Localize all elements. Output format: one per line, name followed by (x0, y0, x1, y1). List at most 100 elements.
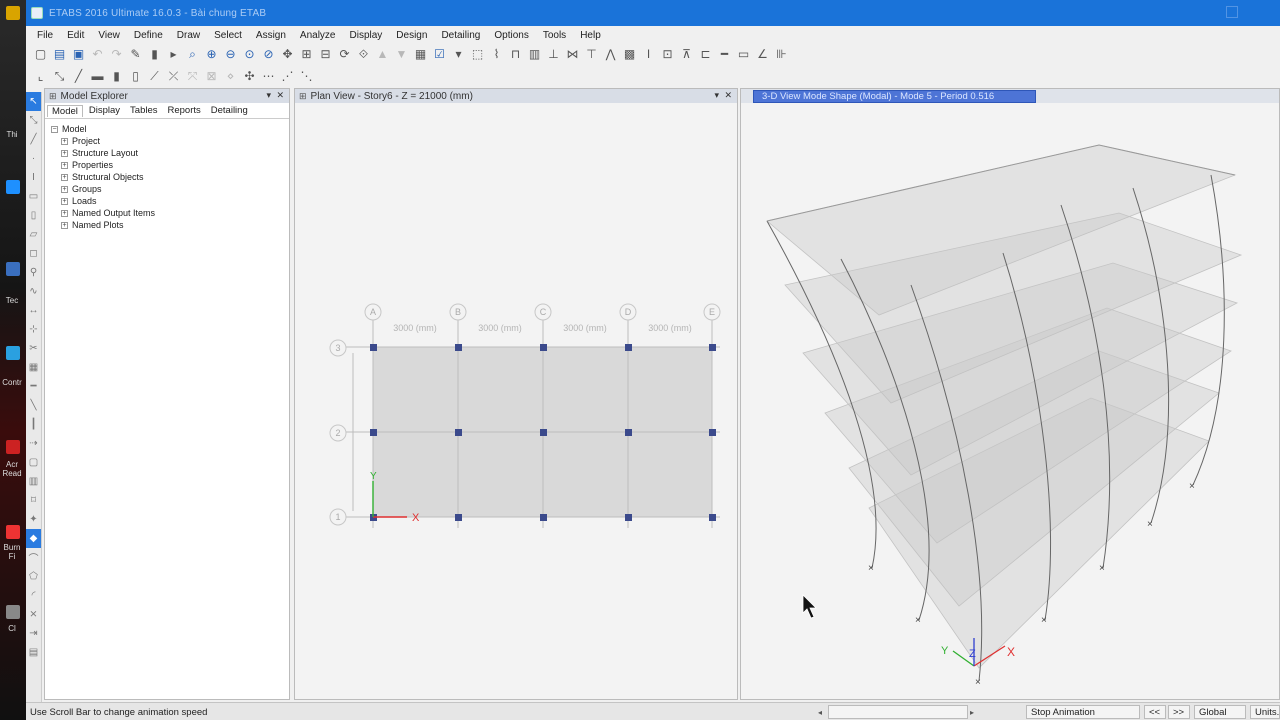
tree-item-project[interactable]: + Project (51, 135, 289, 147)
3d-view-canvas[interactable]: × × × × × × × X Y Z (741, 103, 1280, 699)
snap-icon[interactable]: ⋄ (222, 68, 239, 85)
tree-item-properties[interactable]: + Properties (51, 159, 289, 171)
menu-draw[interactable]: Draw (170, 30, 207, 41)
joint[interactable] (370, 429, 377, 436)
desktop-app-icon[interactable] (6, 262, 20, 276)
reshape-tool-icon[interactable]: ⤡ (26, 111, 41, 130)
draw-null-tool-icon[interactable]: ▢ (26, 453, 41, 472)
draw-link-icon[interactable]: ⤧ (184, 68, 201, 85)
stop-animation-button[interactable]: Stop Animation (1026, 705, 1140, 719)
frame-section-icon[interactable]: ⊓ (507, 46, 524, 63)
draw-frame-icon[interactable]: ▬ (89, 68, 106, 85)
new-model-icon[interactable]: ▢ (32, 46, 49, 63)
draw-floor-icon[interactable]: ⊏ (697, 46, 714, 63)
pin-icon[interactable]: ⊞ (49, 91, 57, 102)
draw-frame-tool-icon[interactable]: I (26, 168, 41, 187)
menu-tools[interactable]: Tools (536, 30, 573, 41)
edit-pencil-icon[interactable]: ✎ (127, 46, 144, 63)
tree-item-structural-objects[interactable]: + Structural Objects (51, 171, 289, 183)
draw-beam-icon[interactable]: I (640, 46, 657, 63)
plan-view-icon[interactable]: ⊞ (298, 46, 315, 63)
expand-icon[interactable]: + (61, 197, 68, 205)
panel-close-icon[interactable]: ✕ (724, 90, 732, 101)
pointer-tool-icon[interactable]: ↖ (26, 92, 41, 111)
draw-arc-tool-icon[interactable]: ◜ (26, 586, 41, 605)
draw-opening-icon[interactable]: ▭ (735, 46, 752, 63)
collapse-icon[interactable]: − (51, 125, 58, 133)
draw-null-icon[interactable]: ▮ (108, 68, 125, 85)
select-object-tool-icon[interactable]: ◆ (26, 529, 41, 548)
plan-view-panel[interactable]: ⊞ Plan View - Story6 - Z = 21000 (mm) ▾ … (294, 88, 738, 700)
zoom-previous-icon[interactable]: ⊘ (260, 46, 277, 63)
open-icon[interactable]: ▤ (51, 46, 68, 63)
3d-view-panel[interactable]: 3-D View Mode Shape (Modal) - Mode 5 - P… (740, 88, 1280, 700)
mode-shape-icon[interactable]: ▩ (621, 46, 638, 63)
expand-icon[interactable]: + (61, 149, 68, 157)
draw-curve-tool-icon[interactable]: ⌒ (26, 548, 41, 567)
menu-define[interactable]: Define (127, 30, 170, 41)
draw-developed-elevation-tool-icon[interactable]: ⌑ (26, 491, 41, 510)
expand-icon[interactable]: + (61, 209, 68, 217)
joint[interactable] (709, 514, 716, 521)
draw-dimension-icon[interactable]: ∠ (754, 46, 771, 63)
joint[interactable] (455, 429, 462, 436)
intersect-tool-icon[interactable]: ⨯ (26, 605, 41, 624)
snap-perpendicular-icon[interactable]: ⋱ (298, 68, 315, 85)
scroll-left-icon[interactable]: ◂ (814, 705, 826, 719)
save-icon[interactable]: ▣ (70, 46, 87, 63)
measure-tool-icon[interactable]: ▤ (26, 643, 41, 662)
draw-reference-tool-icon[interactable]: ⊹ (26, 320, 41, 339)
joint[interactable] (625, 344, 632, 351)
joint[interactable] (455, 514, 462, 521)
tree-item-named-output-items[interactable]: + Named Output Items (51, 207, 289, 219)
reaction-icon[interactable]: ⊥ (545, 46, 562, 63)
menu-help[interactable]: Help (573, 30, 608, 41)
expand-icon[interactable]: + (61, 221, 68, 229)
zoom-in-icon[interactable]: ⊕ (203, 46, 220, 63)
draw-secondary-beam-icon[interactable]: ⤫ (165, 68, 182, 85)
draw-grid-tool-icon[interactable]: ▦ (26, 358, 41, 377)
desktop-folder-icon[interactable] (6, 6, 20, 20)
draw-brace-tool-icon[interactable]: ╲ (26, 396, 41, 415)
zoom-window-icon[interactable]: ⌕ (184, 46, 201, 63)
draw-links-icon[interactable]: ⊪ (773, 46, 790, 63)
menu-edit[interactable]: Edit (60, 30, 91, 41)
next-mode-button[interactable]: >> (1168, 705, 1190, 719)
menu-analyze[interactable]: Analyze (293, 30, 343, 41)
draw-line-icon[interactable]: ╱ (70, 68, 87, 85)
snap-end-icon[interactable]: ⋯ (260, 68, 277, 85)
panel-close-icon[interactable]: ✕ (276, 90, 284, 101)
draw-beam-tool-icon[interactable]: ━ (26, 377, 41, 396)
menu-select[interactable]: Select (207, 30, 249, 41)
scroll-right-icon[interactable]: ▸ (966, 705, 978, 719)
pan-icon[interactable]: ✥ (279, 46, 296, 63)
draw-wall-icon[interactable]: ━ (716, 46, 733, 63)
joint[interactable] (455, 344, 462, 351)
joint[interactable] (370, 344, 377, 351)
show-deformed-icon[interactable]: ⌇ (488, 46, 505, 63)
draw-dimension-tool-icon[interactable]: ↔ (26, 301, 41, 320)
quick-draw-icon[interactable]: ⟋ (146, 68, 163, 85)
draw-link-tool-icon[interactable]: ⚲ (26, 263, 41, 282)
snap-point-icon[interactable]: ✣ (241, 68, 258, 85)
draw-column-tool-icon[interactable]: ┃ (26, 415, 41, 434)
joint[interactable] (540, 429, 547, 436)
previous-mode-button[interactable]: << (1144, 705, 1166, 719)
joint[interactable] (709, 429, 716, 436)
draw-design-strip-tool-icon[interactable]: ⇢ (26, 434, 41, 453)
set-display-options-icon[interactable]: ☑ (431, 46, 448, 63)
menu-detailing[interactable]: Detailing (434, 30, 487, 41)
units-button[interactable]: Units... (1250, 705, 1280, 719)
joint[interactable] (709, 344, 716, 351)
column-icon[interactable]: ⊤ (583, 46, 600, 63)
perspective-icon[interactable]: ⟐ (355, 46, 372, 63)
tree-item-loads[interactable]: + Loads (51, 195, 289, 207)
elevation-view-icon[interactable]: ⊟ (317, 46, 334, 63)
joint[interactable] (625, 514, 632, 521)
menu-assign[interactable]: Assign (249, 30, 293, 41)
move-up-icon[interactable]: ▲ (374, 46, 391, 63)
zoom-restore-icon[interactable]: ⊙ (241, 46, 258, 63)
menu-display[interactable]: Display (343, 30, 390, 41)
desktop-app-icon[interactable] (6, 605, 20, 619)
tab-tables[interactable]: Tables (126, 105, 161, 116)
